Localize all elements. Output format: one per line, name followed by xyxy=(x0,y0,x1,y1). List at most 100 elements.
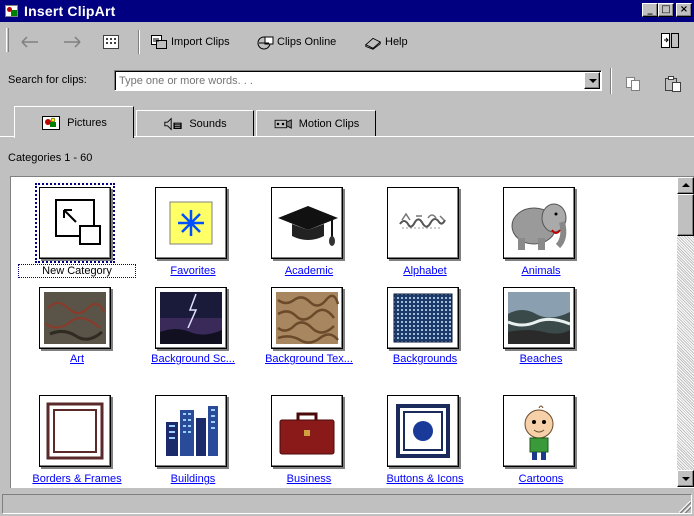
search-input[interactable] xyxy=(117,73,583,88)
category-item-beaches[interactable]: Beaches xyxy=(483,281,599,381)
import-clips-icon xyxy=(151,35,167,49)
category-label[interactable]: Animals xyxy=(483,265,599,277)
category-thumbnail[interactable] xyxy=(35,183,115,263)
back-button[interactable] xyxy=(20,32,40,52)
category-item-alphabet[interactable]: Alphabet xyxy=(367,177,483,277)
category-thumbnail[interactable] xyxy=(503,187,575,259)
category-item-background-textures[interactable]: Background Tex... xyxy=(251,281,367,381)
category-item-borders-frames[interactable]: Borders & Frames xyxy=(19,389,135,487)
clips-online-button[interactable]: Clips Online xyxy=(256,31,336,53)
help-book-icon xyxy=(364,37,382,50)
categories-range-label: Categories 1 - 60 xyxy=(8,152,93,164)
borders-frames-icon xyxy=(46,402,104,460)
category-item-background-scenes[interactable]: Background Sc... xyxy=(135,281,251,381)
change-window-size-button[interactable] xyxy=(660,31,680,51)
category-label[interactable]: Borders & Frames xyxy=(19,473,135,485)
search-label: Search for clips: xyxy=(8,74,87,86)
category-item-art[interactable]: Art xyxy=(19,281,135,381)
scroll-up-button[interactable] xyxy=(677,177,694,194)
category-thumbnail[interactable] xyxy=(39,287,111,349)
category-thumbnail[interactable] xyxy=(155,187,227,259)
academic-cap-icon xyxy=(278,206,338,246)
category-label[interactable]: Art xyxy=(19,353,135,365)
category-thumbnail[interactable] xyxy=(271,287,343,349)
category-thumbnail[interactable] xyxy=(387,395,459,467)
tab-sounds[interactable]: Sounds xyxy=(136,110,254,136)
close-icon: × xyxy=(679,4,689,15)
maximize-button[interactable]: □ xyxy=(658,3,674,17)
category-label[interactable]: New Category xyxy=(18,264,136,278)
minimize-button[interactable]: _ xyxy=(642,3,658,17)
pictures-icon xyxy=(42,115,61,130)
category-label[interactable]: Buildings xyxy=(135,473,251,485)
alphabet-icon xyxy=(399,212,446,229)
resize-grip-icon[interactable] xyxy=(679,501,691,513)
category-label[interactable]: Background Tex... xyxy=(251,353,367,365)
back-arrow-icon xyxy=(21,36,38,48)
window-controls: _ □ × xyxy=(642,3,692,17)
help-button[interactable]: Help xyxy=(364,31,408,53)
tab-pictures-label: Pictures xyxy=(67,116,107,129)
category-label[interactable]: Favorites xyxy=(135,265,251,277)
copy-button[interactable] xyxy=(624,74,642,94)
category-thumbnail[interactable] xyxy=(271,395,343,467)
tab-sounds-label: Sounds xyxy=(189,117,227,130)
cartoon-character-icon xyxy=(524,405,554,460)
paste-button[interactable] xyxy=(664,74,682,94)
search-separator xyxy=(610,68,612,94)
category-thumbnail[interactable] xyxy=(39,395,111,467)
vertical-scrollbar[interactable] xyxy=(677,177,694,487)
toolbar-grip[interactable] xyxy=(6,28,9,52)
all-categories-button[interactable] xyxy=(102,32,120,52)
import-clips-button[interactable]: Import Clips xyxy=(150,31,230,53)
category-thumbnail[interactable] xyxy=(387,287,459,349)
category-thumbnail[interactable] xyxy=(387,187,459,259)
category-item-favorites[interactable]: Favorites xyxy=(135,177,251,277)
clips-online-icon xyxy=(257,36,274,50)
favorites-icon xyxy=(169,201,213,245)
search-dropdown-arrow[interactable] xyxy=(584,72,600,89)
sounds-icon xyxy=(164,116,182,131)
category-label[interactable]: Beaches xyxy=(483,353,599,365)
beaches-icon xyxy=(507,292,571,344)
category-thumbnail[interactable] xyxy=(503,287,575,349)
category-thumbnail[interactable] xyxy=(271,187,343,259)
backgrounds-icon xyxy=(393,293,453,343)
category-item-backgrounds[interactable]: Backgrounds xyxy=(367,281,483,381)
categories-grid: New Category Favorites Academic Alphabet… xyxy=(11,177,673,487)
category-label[interactable]: Background Sc... xyxy=(135,353,251,365)
category-item-buildings[interactable]: Buildings xyxy=(135,389,251,487)
close-button[interactable]: × xyxy=(676,3,692,17)
window-title: Insert ClipArt xyxy=(24,3,116,19)
category-label[interactable]: Buttons & Icons xyxy=(367,473,483,485)
category-item-new-category[interactable]: New Category xyxy=(18,177,136,278)
tab-pictures[interactable]: Pictures xyxy=(14,106,134,138)
category-label[interactable]: Cartoons xyxy=(483,473,599,485)
category-label[interactable]: Business xyxy=(251,473,367,485)
category-label[interactable]: Academic xyxy=(251,265,367,277)
clips-online-label: Clips Online xyxy=(277,36,337,48)
background-textures-icon xyxy=(276,292,340,344)
category-thumbnail[interactable] xyxy=(503,395,575,467)
category-item-cartoons[interactable]: Cartoons xyxy=(483,389,599,487)
import-clips-label: Import Clips xyxy=(171,36,230,48)
scroll-thumb[interactable] xyxy=(677,194,694,236)
category-item-animals[interactable]: Animals xyxy=(483,177,599,277)
category-thumbnail[interactable] xyxy=(155,395,227,467)
all-categories-icon xyxy=(103,35,119,49)
tab-motion-clips-label: Motion Clips xyxy=(298,117,360,130)
tab-motion-clips[interactable]: Motion Clips xyxy=(256,110,376,136)
category-item-academic[interactable]: Academic xyxy=(251,177,367,277)
forward-arrow-icon xyxy=(64,36,81,48)
category-thumbnail[interactable] xyxy=(155,287,227,349)
title-bar[interactable]: Insert ClipArt _ □ × xyxy=(0,0,694,22)
maximize-icon: □ xyxy=(661,4,671,15)
background-scenes-icon xyxy=(160,292,222,344)
forward-button[interactable] xyxy=(62,32,82,52)
category-label[interactable]: Backgrounds xyxy=(367,353,483,365)
category-item-business[interactable]: Business xyxy=(251,389,367,487)
category-item-buttons-icons[interactable]: Buttons & Icons xyxy=(367,389,483,487)
scroll-down-button[interactable] xyxy=(677,470,694,487)
category-label[interactable]: Alphabet xyxy=(367,265,483,277)
search-combobox[interactable] xyxy=(114,70,602,91)
